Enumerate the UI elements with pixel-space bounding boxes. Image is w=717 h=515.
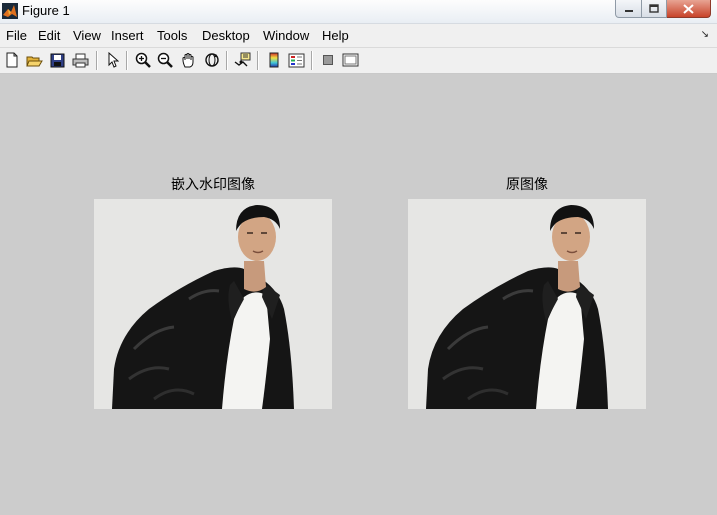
menu-edit[interactable]: Edit [38,28,60,43]
dock-arrow-icon[interactable]: ↘ [701,29,709,40]
arrow-pointer-icon [108,52,119,68]
maximize-button[interactable] [642,0,667,18]
print-figure-button[interactable] [71,51,89,69]
rotate-3d-icon [205,53,219,67]
zoom-in-icon [135,52,151,68]
hand-pan-icon [182,53,194,68]
title-bar: Figure 1 [0,0,717,24]
menu-view[interactable]: View [73,28,101,43]
original-image[interactable] [408,199,646,409]
colorbar-icon [269,52,279,68]
toolbar-separator [126,51,128,70]
open-file-button[interactable] [25,51,43,69]
insert-legend-button[interactable] [287,51,305,69]
maximize-icon [649,4,659,13]
portrait-photo [408,199,646,409]
pan-button[interactable] [180,51,198,69]
insert-colorbar-button[interactable] [265,51,283,69]
menu-bar: File Edit View Insert Tools Desktop Wind… [0,24,717,48]
open-folder-icon [25,56,43,66]
portrait-photo [94,199,332,409]
minimize-button[interactable] [615,0,642,18]
save-figure-button[interactable] [48,51,66,69]
axes-title-watermarked: 嵌入水印图像 [171,177,255,193]
zoom-in-button[interactable] [134,51,152,69]
close-icon [683,3,694,14]
menu-file[interactable]: File [6,28,27,43]
show-plot-tools-button[interactable] [341,51,359,69]
new-file-icon [6,52,18,68]
menu-window[interactable]: Window [263,28,309,43]
axes-title-original: 原图像 [506,177,548,193]
watermarked-image[interactable] [94,199,332,409]
save-icon [50,53,64,67]
menu-desktop[interactable]: Desktop [202,28,250,43]
new-figure-button[interactable] [3,51,21,69]
zoom-out-button[interactable] [156,51,174,69]
menu-help[interactable]: Help [322,28,349,43]
matlab-icon [2,3,18,19]
toolbar-separator [96,51,98,70]
minimize-icon [624,9,633,12]
close-button[interactable] [667,0,711,18]
window-title: Figure 1 [22,3,70,18]
toolbar-separator [311,51,313,70]
menu-insert[interactable]: Insert [111,28,144,43]
data-cursor-icon [234,52,250,67]
edit-plot-button[interactable] [104,51,122,69]
print-icon [72,53,88,67]
toolbar-separator [226,51,228,70]
menu-tools[interactable]: Tools [157,28,187,43]
figure-toolbar [0,48,717,74]
legend-icon [288,53,304,67]
data-cursor-button[interactable] [233,51,251,69]
hide-plot-tools-icon [323,55,333,65]
zoom-out-icon [157,52,173,68]
hide-plot-tools-button[interactable] [319,51,337,69]
toolbar-separator [257,51,259,70]
show-plot-tools-icon [342,53,358,67]
rotate-3d-button[interactable] [203,51,221,69]
